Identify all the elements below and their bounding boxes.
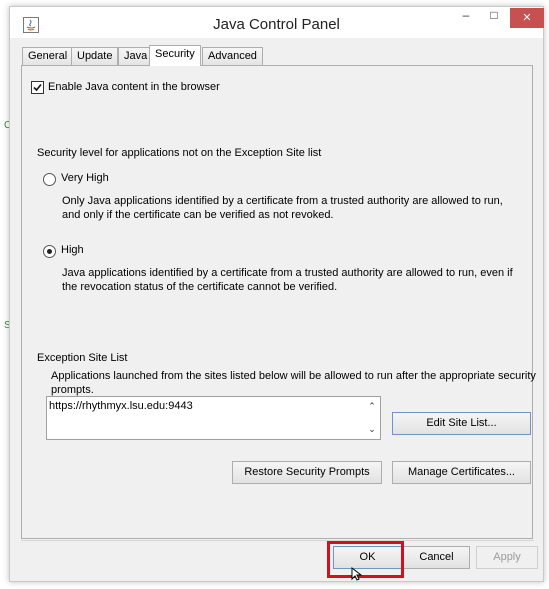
tab-advanced[interactable]: Advanced [202, 47, 263, 65]
minimize-icon: – [462, 8, 470, 22]
radio-selected-dot [47, 249, 52, 254]
checkmark-icon [33, 83, 42, 92]
exception-site-heading: Exception Site List [37, 352, 128, 364]
java-control-panel-window: Java Control Panel – □ ✕ General Update … [9, 6, 544, 582]
apply-button[interactable]: Apply [476, 546, 538, 569]
scroll-down-icon[interactable]: ⌄ [366, 424, 378, 436]
maximize-icon: □ [490, 8, 498, 22]
very-high-description: Only Java applications identified by a c… [62, 195, 503, 207]
title-bar: Java Control Panel – □ ✕ [10, 7, 544, 39]
tab-update[interactable]: Update [71, 47, 119, 65]
site-list-item[interactable]: https://rhythmyx.lsu.edu:9443 [49, 400, 193, 412]
very-high-radio[interactable] [43, 173, 56, 186]
enable-java-label: Enable Java content in the browser [48, 81, 220, 93]
restore-security-prompts-button[interactable]: Restore Security Prompts [232, 461, 382, 484]
exception-site-description: prompts. [51, 384, 94, 396]
very-high-label: Very High [61, 172, 109, 184]
high-description: Java applications identified by a certif… [62, 267, 513, 279]
high-radio[interactable] [43, 245, 56, 258]
mouse-cursor-icon [351, 566, 363, 581]
tab-security[interactable]: Security [149, 45, 201, 66]
exception-site-listbox[interactable]: https://rhythmyx.lsu.edu:9443 ⌃ ⌄ [46, 396, 381, 440]
tab-general[interactable]: General [22, 47, 74, 65]
high-description: the revocation status of the certificate… [62, 281, 338, 293]
enable-java-checkbox[interactable] [31, 81, 44, 94]
scroll-up-icon[interactable]: ⌃ [366, 401, 378, 413]
close-icon: ✕ [522, 12, 532, 24]
edit-site-list-button[interactable]: Edit Site List... [392, 412, 531, 435]
minimize-button[interactable]: – [453, 8, 479, 28]
cancel-button[interactable]: Cancel [403, 546, 470, 569]
close-button[interactable]: ✕ [510, 8, 544, 28]
manage-certificates-button[interactable]: Manage Certificates... [392, 461, 531, 484]
very-high-description: and only if the certificate can be verif… [62, 209, 334, 221]
security-level-heading: Security level for applications not on t… [37, 147, 322, 159]
footer-separator [21, 540, 534, 541]
maximize-button[interactable]: □ [481, 8, 507, 28]
high-label: High [61, 244, 84, 256]
exception-site-description: Applications launched from the sites lis… [51, 370, 536, 382]
tab-java[interactable]: Java [118, 47, 154, 65]
ok-highlight-box [327, 541, 404, 578]
